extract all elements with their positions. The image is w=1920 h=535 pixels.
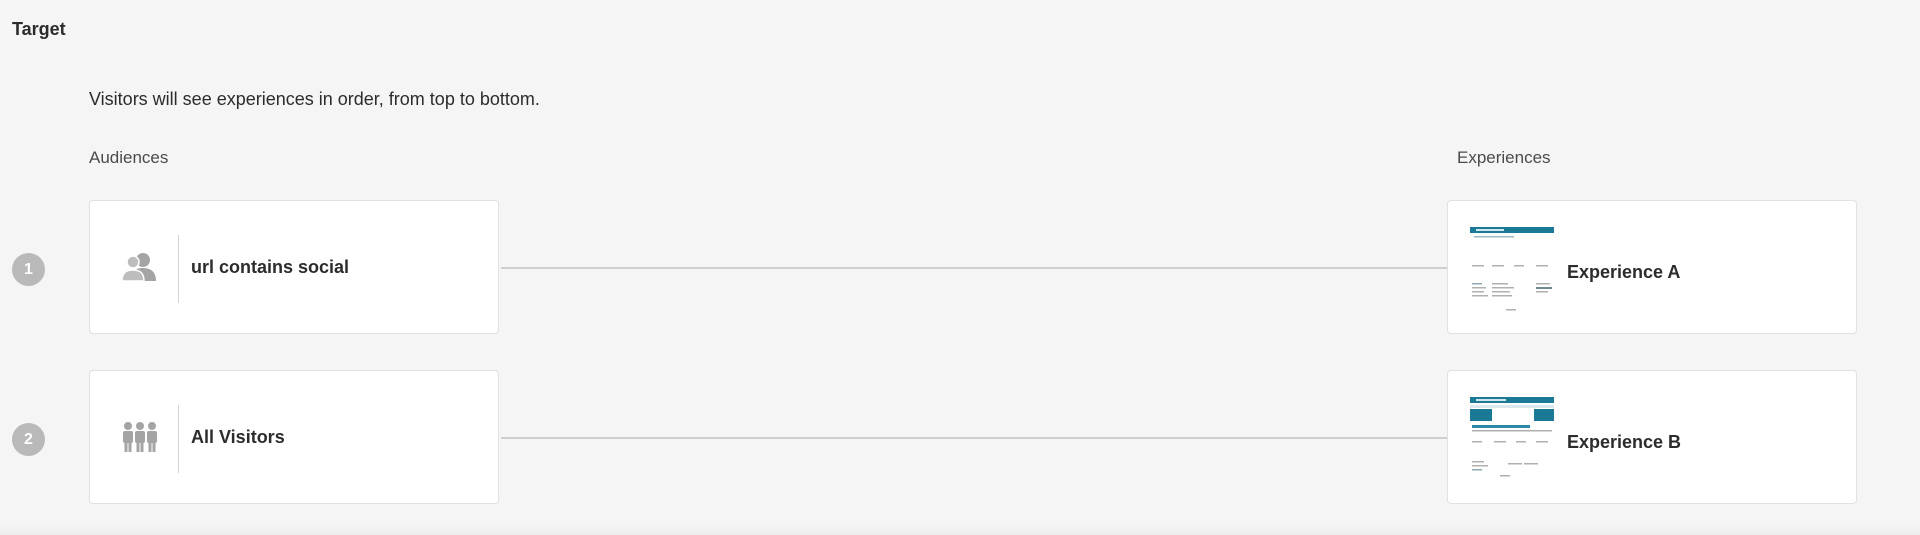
targeting-panel: Target Visitors will see experiences in … (0, 0, 1920, 535)
order-note: Visitors will see experiences in order, … (89, 89, 540, 109)
experience-thumbnail (1470, 397, 1554, 483)
experience-card[interactable]: Experience A (1447, 200, 1857, 334)
user-group-icon (122, 253, 156, 282)
experiences-column-label: Experiences (1457, 148, 1551, 167)
experience-label: Experience B (1567, 432, 1682, 452)
connector-line (501, 267, 1447, 269)
audience-card[interactable]: url contains social (89, 200, 499, 334)
order-badge: 1 (12, 253, 45, 286)
audience-card[interactable]: All Visitors (89, 370, 499, 504)
experience-label: Experience A (1567, 262, 1681, 282)
bottom-shade (0, 526, 1920, 535)
order-badge: 2 (12, 423, 45, 456)
audience-label: All Visitors (191, 427, 285, 447)
card-divider (178, 235, 179, 303)
card-divider (178, 405, 179, 473)
targeting-row: 2 All Visitors Experience B (0, 370, 1920, 506)
experience-thumbnail (1470, 227, 1554, 313)
targeting-row: 1 url contains social Experience A (0, 200, 1920, 336)
audiences-column-label: Audiences (89, 148, 169, 167)
connector-line (501, 437, 1447, 439)
audience-label: url contains social (191, 257, 350, 277)
section-title: Target (12, 19, 66, 39)
experience-card[interactable]: Experience B (1447, 370, 1857, 504)
all-visitors-icon (123, 422, 157, 452)
